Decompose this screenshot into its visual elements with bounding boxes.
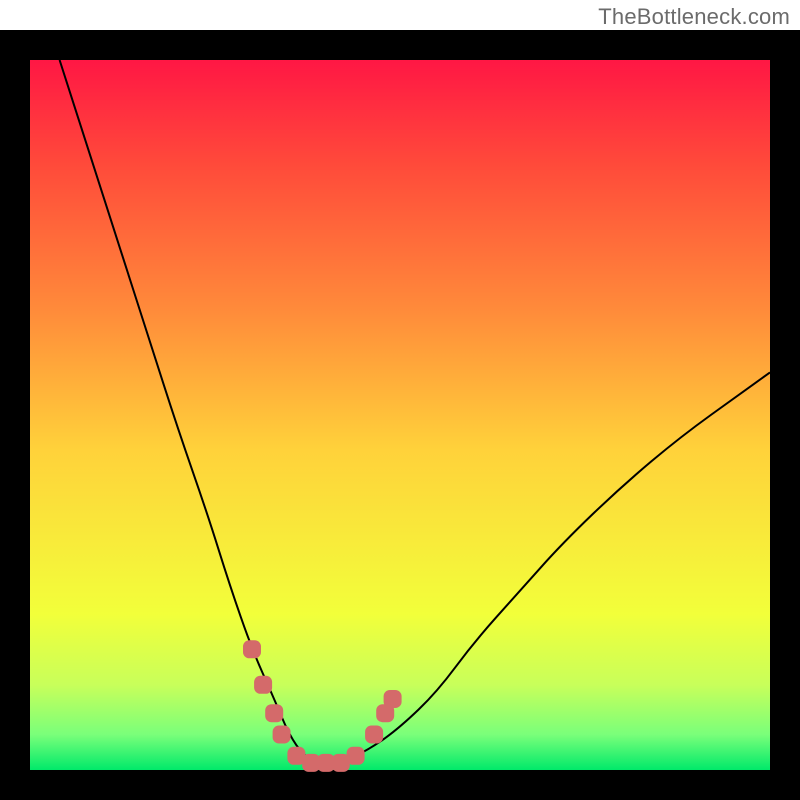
marker-point (384, 690, 402, 708)
marker-point (265, 704, 283, 722)
chart-container: TheBottleneck.com (0, 0, 800, 800)
bottleneck-chart (0, 0, 800, 800)
marker-point (365, 726, 383, 744)
watermark-text: TheBottleneck.com (598, 4, 790, 30)
marker-point (273, 726, 291, 744)
marker-point (347, 747, 365, 765)
marker-point (254, 676, 272, 694)
marker-point (243, 640, 261, 658)
